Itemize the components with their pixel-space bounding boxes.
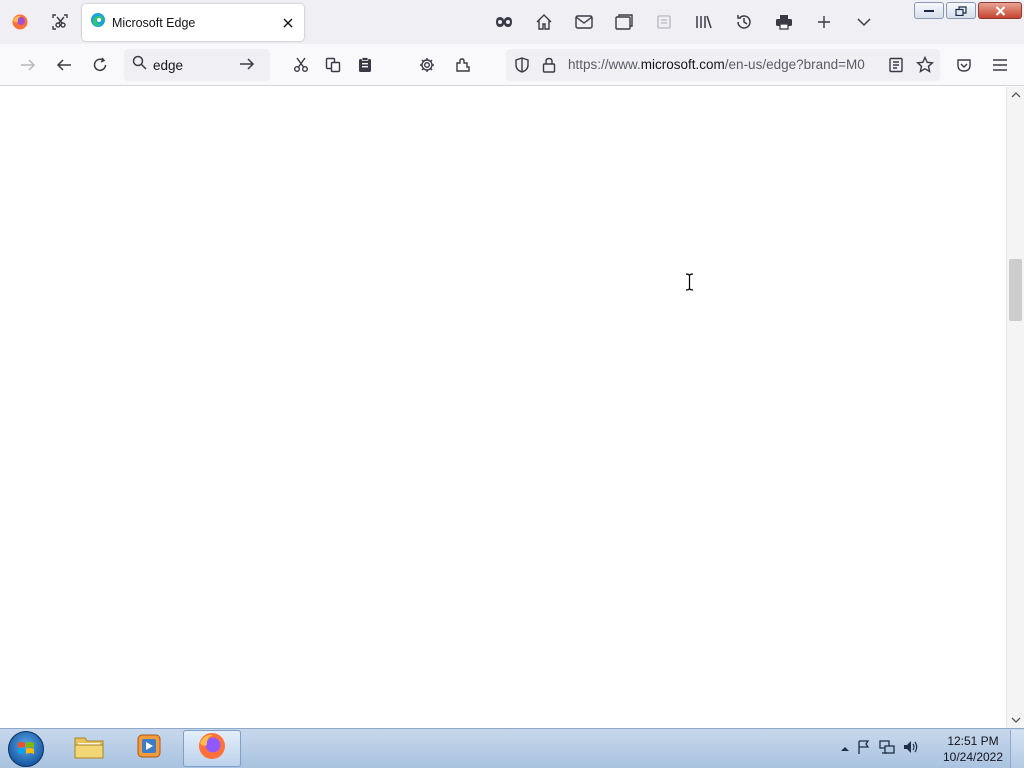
system-tray bbox=[840, 729, 920, 768]
clock-date: 10/24/2022 bbox=[942, 750, 1004, 764]
folder-icon bbox=[73, 732, 105, 765]
reader-view-icon[interactable] bbox=[888, 57, 904, 78]
search-icon bbox=[132, 55, 147, 75]
page-content[interactable] bbox=[0, 87, 1006, 728]
lock-icon[interactable] bbox=[542, 57, 556, 78]
search-go-arrow-icon[interactable] bbox=[239, 57, 255, 76]
hamburger-menu-icon[interactable] bbox=[986, 51, 1014, 79]
print-icon[interactable] bbox=[770, 8, 798, 36]
taskbar-media-player[interactable] bbox=[120, 730, 178, 767]
volume-speaker-icon[interactable] bbox=[902, 739, 920, 760]
taskbar-clock[interactable]: 12:51 PM 10/24/2022 bbox=[938, 733, 1008, 765]
search-input[interactable] bbox=[153, 57, 231, 73]
text-cursor-icon bbox=[685, 273, 694, 291]
clock-time: 12:51 PM bbox=[947, 734, 999, 748]
settings-gear-icon[interactable] bbox=[413, 51, 441, 79]
url-text[interactable]: https://www.microsoft.com/en-us/edge?bra… bbox=[568, 49, 880, 81]
tab-strip: Microsoft Edge bbox=[0, 0, 1024, 44]
new-window-icon[interactable] bbox=[610, 8, 638, 36]
show-hidden-icons-arrow-icon[interactable] bbox=[840, 740, 850, 758]
media-player-icon bbox=[135, 732, 163, 765]
firefox-icon bbox=[197, 731, 227, 766]
url-bar[interactable]: https://www.microsoft.com/en-us/edge?bra… bbox=[506, 49, 940, 81]
reload-icon[interactable] bbox=[86, 51, 114, 79]
paste-clipboard-icon[interactable] bbox=[351, 51, 379, 79]
new-tab-plus-icon[interactable] bbox=[810, 8, 838, 36]
screen: Microsoft Edge edge https://www.microsof… bbox=[0, 0, 1024, 768]
windows-logo-icon bbox=[8, 731, 44, 767]
mail-icon[interactable] bbox=[570, 8, 598, 36]
library-icon[interactable] bbox=[690, 8, 718, 36]
tab-title: Microsoft Edge bbox=[112, 15, 196, 30]
bookmark-star-icon[interactable] bbox=[915, 55, 935, 79]
history-icon[interactable] bbox=[730, 8, 758, 36]
scrollbar-thumb[interactable] bbox=[1009, 259, 1022, 321]
action-center-flag-icon[interactable] bbox=[856, 739, 872, 760]
restore-button[interactable] bbox=[946, 2, 976, 19]
firefox-view-icon[interactable] bbox=[6, 8, 34, 36]
navigation-toolbar: https://www.microsoft.com/en-us/edge?bra… bbox=[0, 44, 1024, 86]
cut-scissors-icon[interactable] bbox=[287, 51, 315, 79]
vertical-scrollbar[interactable] bbox=[1006, 87, 1024, 728]
home-icon[interactable] bbox=[530, 8, 558, 36]
url-path: /en-us/edge?brand=M0 bbox=[724, 57, 865, 72]
url-prefix: https://www. bbox=[568, 57, 641, 72]
private-browsing-icon[interactable] bbox=[490, 8, 518, 36]
scroll-down-arrow-icon[interactable] bbox=[1010, 715, 1022, 725]
edge-favicon-icon bbox=[90, 12, 106, 33]
list-all-tabs-chevron-down-icon[interactable] bbox=[850, 8, 878, 36]
url-domain: microsoft.com bbox=[640, 57, 725, 72]
back-arrow-icon[interactable] bbox=[50, 51, 78, 79]
start-button[interactable] bbox=[6, 730, 46, 768]
copy-icon[interactable] bbox=[319, 51, 347, 79]
network-icon[interactable] bbox=[878, 739, 896, 760]
window-controls bbox=[914, 2, 1022, 19]
scroll-up-arrow-icon[interactable] bbox=[1010, 90, 1022, 100]
minimize-button[interactable] bbox=[914, 2, 944, 19]
taskbar: 12:51 PM 10/24/2022 bbox=[0, 728, 1024, 768]
extensions-puzzle-icon[interactable] bbox=[449, 51, 477, 79]
reader-grey-icon bbox=[650, 8, 678, 36]
forward-arrow-icon[interactable] bbox=[14, 51, 42, 79]
tab-microsoft-edge[interactable]: Microsoft Edge bbox=[82, 4, 304, 41]
pocket-icon[interactable] bbox=[950, 51, 978, 79]
close-window-button[interactable] bbox=[978, 2, 1022, 19]
search-bar[interactable] bbox=[124, 49, 270, 81]
tab-close-icon[interactable] bbox=[277, 12, 299, 34]
show-desktop-button[interactable] bbox=[1010, 730, 1024, 768]
taskbar-firefox[interactable] bbox=[183, 730, 241, 767]
taskbar-file-explorer[interactable] bbox=[60, 730, 118, 767]
screenshot-icon[interactable] bbox=[46, 8, 74, 36]
tracking-protection-shield-icon[interactable] bbox=[514, 57, 530, 78]
